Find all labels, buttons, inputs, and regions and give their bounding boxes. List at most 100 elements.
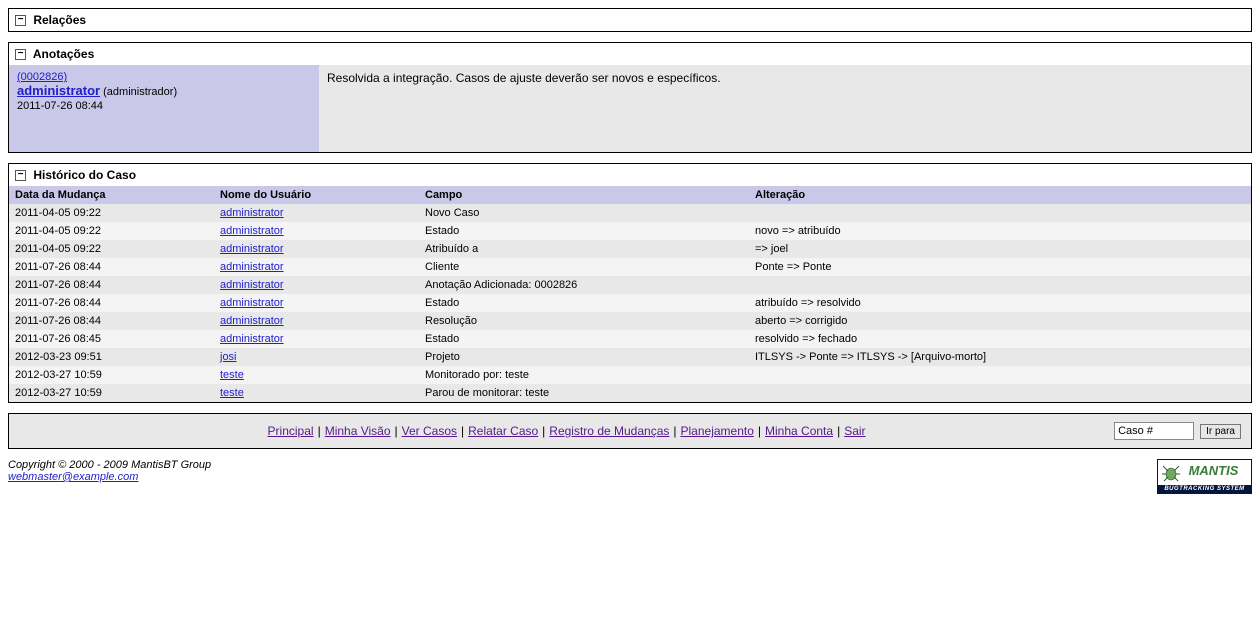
history-field: Novo Caso bbox=[425, 207, 755, 219]
history-row: 2011-07-26 08:44administratorAnotação Ad… bbox=[9, 276, 1251, 294]
logo-subtext: BUGTRACKING SYSTEM bbox=[1158, 485, 1251, 493]
history-field: Estado bbox=[425, 297, 755, 309]
history-field: Anotação Adicionada: 0002826 bbox=[425, 279, 755, 291]
note-user-link[interactable]: administrator bbox=[17, 83, 100, 98]
separator: | bbox=[758, 424, 761, 438]
col-field-header: Campo bbox=[425, 189, 755, 201]
notes-title: Anotações bbox=[33, 47, 94, 61]
nav-link[interactable]: Minha Visão bbox=[325, 424, 391, 438]
history-row: 2012-03-27 10:59teste Parou de monitorar:… bbox=[9, 384, 1251, 402]
relations-title: Relações bbox=[33, 13, 86, 27]
note-user-role: (administrador) bbox=[103, 86, 177, 98]
history-date: 2011-04-05 09:22 bbox=[15, 207, 220, 219]
user-link[interactable]: administrator bbox=[220, 243, 284, 255]
history-date: 2011-07-26 08:44 bbox=[15, 315, 220, 327]
history-row: 2011-04-05 09:22administrator Novo Caso bbox=[9, 204, 1251, 222]
history-date: 2011-04-05 09:22 bbox=[15, 225, 220, 237]
user-link[interactable]: teste bbox=[220, 387, 244, 399]
history-user: teste bbox=[220, 369, 425, 381]
note-id-link[interactable]: (0002826) bbox=[17, 71, 67, 83]
history-date: 2011-07-26 08:44 bbox=[15, 261, 220, 273]
user-link[interactable]: administrator bbox=[220, 225, 284, 237]
history-row: 2011-07-26 08:44administrator Estadoatrib… bbox=[9, 294, 1251, 312]
history-header: − Histórico do Caso bbox=[9, 164, 1251, 186]
nav-link[interactable]: Principal bbox=[268, 424, 314, 438]
history-change bbox=[755, 387, 1245, 399]
collapse-icon[interactable]: − bbox=[15, 15, 26, 26]
history-row: 2011-07-26 08:44administratorClientePont… bbox=[9, 258, 1251, 276]
footer-links: Principal | Minha Visão | Ver Casos | Relatar … bbox=[19, 424, 1114, 438]
note-meta: (0002826) administrator (administrador) … bbox=[9, 65, 319, 152]
notes-panel: − Anotações (0002826) administrator (adm… bbox=[8, 42, 1252, 153]
user-link[interactable]: administrator bbox=[220, 333, 284, 345]
user-link[interactable]: administrator bbox=[220, 261, 284, 273]
separator: | bbox=[318, 424, 321, 438]
note-text: Resolvida a integração. Casos de ajuste … bbox=[319, 65, 1251, 152]
user-link[interactable]: administrator bbox=[220, 207, 284, 219]
footer-search: Ir para bbox=[1114, 422, 1241, 440]
user-link[interactable]: administrator bbox=[220, 315, 284, 327]
history-columns: Data da Mudança Nome do Usuário Campo Al… bbox=[9, 186, 1251, 204]
history-field: Atribuído a bbox=[425, 243, 755, 255]
mantis-logo[interactable]: MANTIS BUGTRACKING SYSTEM bbox=[1157, 459, 1252, 494]
history-date: 2012-03-27 10:59 bbox=[15, 369, 220, 381]
nav-link[interactable]: Planejamento bbox=[681, 424, 754, 438]
history-user: administrator bbox=[220, 333, 425, 345]
history-panel: − Histórico do Caso Data da Mudança Nome… bbox=[8, 163, 1252, 403]
webmaster-link[interactable]: webmaster@example.com bbox=[8, 471, 138, 483]
history-field: Estado bbox=[425, 225, 755, 237]
col-change-header: Alteração bbox=[755, 189, 1245, 201]
history-field: Monitorado por: teste bbox=[425, 369, 755, 381]
history-field: Resolução bbox=[425, 315, 755, 327]
history-change bbox=[755, 207, 1245, 219]
user-link[interactable]: administrator bbox=[220, 297, 284, 309]
history-user: administrator bbox=[220, 207, 425, 219]
history-row: 2011-04-05 09:22administrator Atribuído a… bbox=[9, 240, 1251, 258]
collapse-icon[interactable]: − bbox=[15, 170, 26, 181]
go-button[interactable]: Ir para bbox=[1200, 424, 1241, 439]
history-user: administrator bbox=[220, 243, 425, 255]
nav-link[interactable]: Minha Conta bbox=[765, 424, 833, 438]
history-row: 2011-04-05 09:22administrator Estadonovo … bbox=[9, 222, 1251, 240]
col-user-header: Nome do Usuário bbox=[220, 189, 425, 201]
history-date: 2011-04-05 09:22 bbox=[15, 243, 220, 255]
user-link[interactable]: administrator bbox=[220, 279, 284, 291]
case-search-input[interactable] bbox=[1114, 422, 1194, 440]
history-row: 2012-03-27 10:59teste Monitorado por: tes… bbox=[9, 366, 1251, 384]
history-change: atribuído => resolvido bbox=[755, 297, 1245, 309]
history-field: Estado bbox=[425, 333, 755, 345]
separator: | bbox=[837, 424, 840, 438]
collapse-icon[interactable]: − bbox=[15, 49, 26, 60]
history-date: 2012-03-27 10:59 bbox=[15, 387, 220, 399]
history-user: administrator bbox=[220, 261, 425, 273]
separator: | bbox=[673, 424, 676, 438]
history-user: teste bbox=[220, 387, 425, 399]
user-link[interactable]: josi bbox=[220, 351, 237, 363]
separator: | bbox=[461, 424, 464, 438]
footer-bar: Principal | Minha Visão | Ver Casos | Relatar … bbox=[8, 413, 1252, 449]
history-change: aberto => corrigido bbox=[755, 315, 1245, 327]
separator: | bbox=[395, 424, 398, 438]
user-link[interactable]: teste bbox=[220, 369, 244, 381]
history-field: Projeto bbox=[425, 351, 755, 363]
nav-link[interactable]: Sair bbox=[844, 424, 865, 438]
separator: | bbox=[542, 424, 545, 438]
note-row: (0002826) administrator (administrador) … bbox=[9, 65, 1251, 152]
history-field: Parou de monitorar: teste bbox=[425, 387, 755, 399]
nav-link[interactable]: Relatar Caso bbox=[468, 424, 538, 438]
history-date: 2011-07-26 08:44 bbox=[15, 297, 220, 309]
history-change: resolvido => fechado bbox=[755, 333, 1245, 345]
history-date: 2011-07-26 08:45 bbox=[15, 333, 220, 345]
history-date: 2012-03-23 09:51 bbox=[15, 351, 220, 363]
nav-link[interactable]: Registro de Mudanças bbox=[549, 424, 669, 438]
history-field: Cliente bbox=[425, 261, 755, 273]
history-change: novo => atribuído bbox=[755, 225, 1245, 237]
history-change: ITLSYS -> Ponte => ITLSYS -> [Arquivo-mo… bbox=[755, 351, 1245, 363]
history-user: administrator bbox=[220, 279, 425, 291]
copyright-line: Copyright © 2000 - 2009 MantisBT Group w… bbox=[8, 459, 1252, 494]
nav-link[interactable]: Ver Casos bbox=[402, 424, 457, 438]
history-row: 2012-03-23 09:51josi ProjetoITLSYS -> Pon… bbox=[9, 348, 1251, 366]
notes-header: − Anotações bbox=[9, 43, 1251, 65]
history-row: 2011-07-26 08:45administrator Estadoresol… bbox=[9, 330, 1251, 348]
history-title: Histórico do Caso bbox=[33, 168, 136, 182]
